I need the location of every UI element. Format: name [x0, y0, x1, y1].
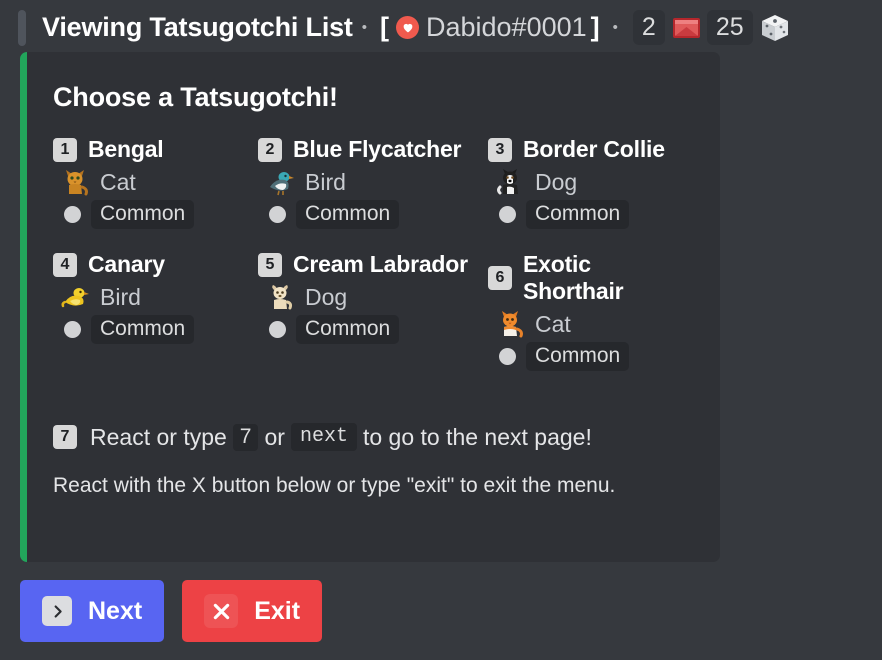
pet-rarity-row: Common	[269, 200, 488, 229]
next-hint-text-before: React or type	[90, 423, 227, 450]
rarity-label: Common	[91, 200, 195, 229]
pet-name-row: 4 Canary	[53, 251, 258, 278]
next-hint-code-number: 7	[232, 423, 259, 451]
header-separator-dot: •	[361, 19, 367, 36]
next-hint-text-after: to go to the next page!	[362, 423, 592, 450]
pet-rarity-row: Common	[64, 315, 258, 344]
pet-name: Blue Flycatcher	[293, 136, 462, 162]
embed-title: Choose a Tatsugotchi!	[53, 82, 338, 112]
next-hint-code-word: next	[290, 423, 357, 451]
cat-emoji	[61, 168, 91, 196]
pet-species-row: Dog	[266, 283, 488, 311]
header-line: Viewing Tatsugotchi List • [ Dabido#0001…	[42, 9, 790, 46]
message-header: Viewing Tatsugotchi List • [ Dabido#0001…	[0, 0, 882, 55]
gem-icon	[672, 15, 701, 40]
header-separator-dot-2: •	[612, 19, 618, 36]
pet-option-2[interactable]: 2 Blue Flycatcher Bird Common	[258, 136, 488, 229]
next-page-hint: 7 React or type 7 or next to go to the n…	[53, 423, 694, 451]
close-x-icon	[204, 594, 239, 628]
pet-option-5[interactable]: 5 Cream Labrador Dog Common	[258, 251, 488, 371]
pet-species: Dog	[535, 168, 578, 195]
pet-species-row: Bird	[61, 283, 258, 311]
orange-cat-emoji	[496, 310, 526, 338]
embed-body: Choose a Tatsugotchi! 1 Bengal Cat Commo…	[27, 52, 720, 562]
keycap-4-icon[interactable]: 4	[53, 252, 77, 277]
dice-cube-icon	[760, 13, 790, 43]
page-title: Viewing Tatsugotchi List	[42, 12, 353, 42]
pet-name: Border Collie	[523, 136, 665, 162]
pet-name: Cream Labrador	[293, 251, 468, 277]
pet-species: Cat	[100, 168, 136, 195]
username-label: Dabido#0001	[426, 12, 587, 42]
keycap-5-icon[interactable]: 5	[258, 252, 282, 277]
rarity-dot-icon	[269, 321, 286, 338]
rarity-label: Common	[526, 342, 630, 371]
blue-bird-emoji	[266, 168, 296, 196]
pet-name-row: 2 Blue Flycatcher	[258, 136, 488, 163]
keycap-7-icon[interactable]: 7	[53, 425, 77, 449]
keycap-2-icon[interactable]: 2	[258, 137, 282, 162]
embed-accent-bar	[20, 52, 27, 562]
next-button-label: Next	[88, 596, 143, 625]
next-button[interactable]: Next	[20, 580, 165, 642]
pet-species-row: Cat	[496, 310, 694, 338]
pet-rarity-row: Common	[499, 342, 694, 371]
pet-name: Canary	[88, 251, 165, 277]
stat-gem-count: 2	[632, 9, 665, 46]
reply-spine	[18, 9, 26, 46]
cream-dog-emoji	[266, 283, 296, 311]
pet-species: Bird	[100, 283, 141, 310]
pet-species: Bird	[305, 168, 346, 195]
exit-button[interactable]: Exit	[182, 580, 323, 642]
bracket-open: [	[380, 12, 389, 42]
keycap-6-icon[interactable]: 6	[488, 266, 512, 290]
pet-option-4[interactable]: 4 Canary Bird Common	[53, 251, 258, 371]
pet-species-row: Bird	[266, 168, 488, 196]
keycap-1-icon[interactable]: 1	[53, 137, 77, 162]
yellow-bird-emoji	[61, 283, 91, 311]
stat-dice-count: 25	[706, 9, 753, 46]
chevron-right-icon	[42, 596, 72, 626]
rarity-dot-icon	[64, 321, 81, 338]
pet-name-row: 1 Bengal	[53, 136, 258, 163]
rarity-label: Common	[296, 200, 400, 229]
bracket-close: ]	[590, 12, 600, 42]
pet-name-row: 6 Exotic Shorthair	[488, 251, 694, 305]
pet-species: Dog	[305, 283, 348, 310]
pet-species-row: Cat	[61, 168, 258, 196]
pet-rarity-row: Common	[499, 200, 694, 229]
rarity-dot-icon	[269, 206, 286, 223]
heart-icon	[396, 16, 419, 39]
pet-species: Cat	[535, 310, 571, 337]
action-button-row: Next Exit	[20, 580, 323, 642]
pet-name: Exotic Shorthair	[523, 251, 624, 304]
pet-name-row: 3 Border Collie	[488, 136, 694, 163]
pet-option-1[interactable]: 1 Bengal Cat Common	[53, 136, 258, 229]
pet-grid: 1 Bengal Cat Common 2 Blue Flycatcher Bi…	[53, 136, 694, 371]
pet-option-6[interactable]: 6 Exotic Shorthair Cat Common	[488, 251, 694, 371]
black-dog-emoji	[496, 168, 526, 196]
exit-hint-text: React with the X button below or type "e…	[53, 474, 616, 497]
exit-button-label: Exit	[254, 596, 301, 625]
rarity-dot-icon	[64, 206, 81, 223]
pet-species-row: Dog	[496, 168, 694, 196]
rarity-label: Common	[296, 315, 400, 344]
rarity-dot-icon	[499, 206, 516, 223]
rarity-label: Common	[91, 315, 195, 344]
rarity-label: Common	[526, 200, 630, 229]
next-hint-text-middle: or	[264, 423, 285, 450]
keycap-3-icon[interactable]: 3	[488, 137, 512, 162]
pet-option-3[interactable]: 3 Border Collie Dog Common	[488, 136, 694, 229]
tatsugotchi-list-embed: Choose a Tatsugotchi! 1 Bengal Cat Commo…	[20, 52, 720, 562]
pet-name-row: 5 Cream Labrador	[258, 251, 488, 278]
pet-name: Bengal	[88, 136, 164, 162]
rarity-dot-icon	[499, 348, 516, 365]
pet-rarity-row: Common	[64, 200, 258, 229]
pet-rarity-row: Common	[269, 315, 488, 344]
